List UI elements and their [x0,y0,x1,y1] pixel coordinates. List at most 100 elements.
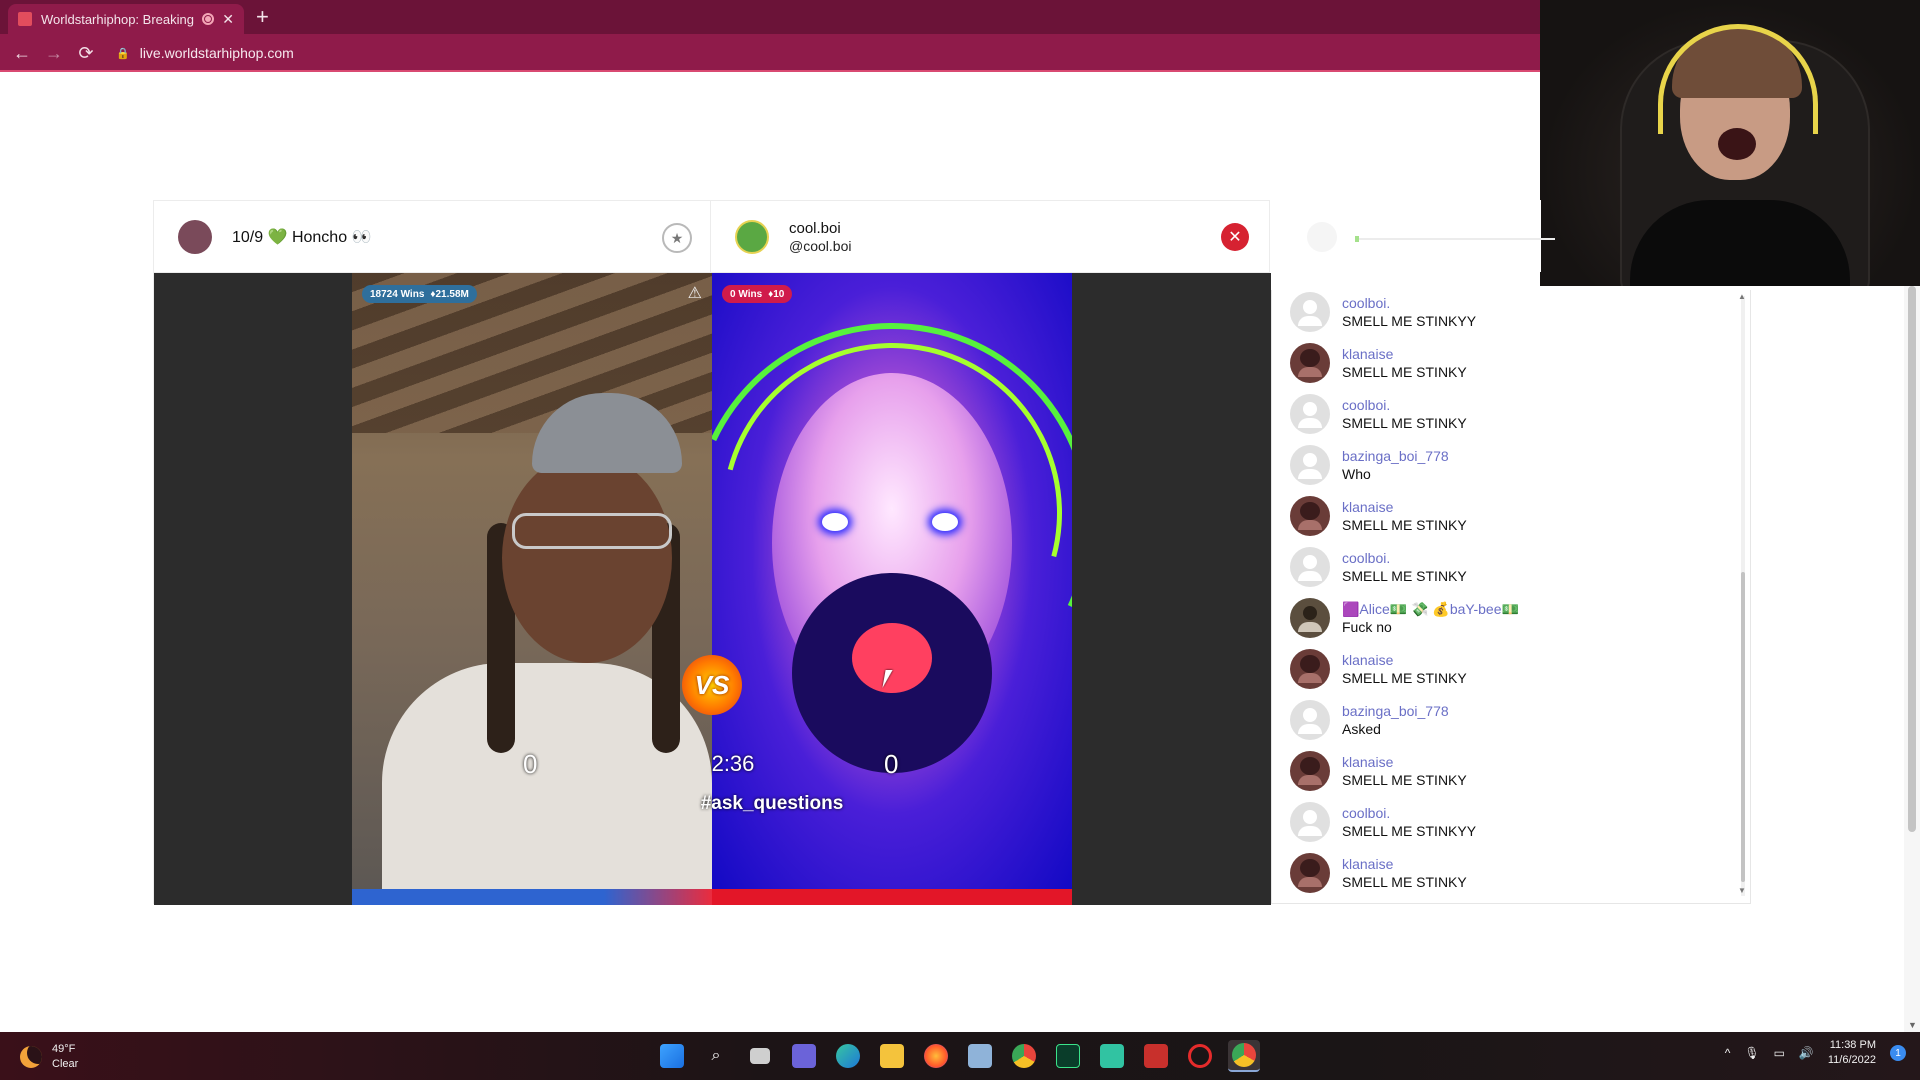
chat-username[interactable]: bazinga_boi_778 [1342,447,1750,465]
chat-username[interactable]: coolboi. [1342,549,1750,567]
chat-avatar[interactable] [1290,751,1330,791]
new-tab-button[interactable]: + [256,5,269,29]
chat-text: SMELL ME STINKYY [1342,823,1477,839]
voicemeeter-icon[interactable] [1140,1040,1172,1072]
chat-message: coolboi. SMELL ME STINKY [1272,392,1750,443]
page-scrollbar[interactable]: ▼ [1904,286,1920,1032]
chat-username[interactable]: klanaise [1342,345,1750,363]
chat-username[interactable]: klanaise [1342,855,1750,873]
weather-widget[interactable]: 49°F Clear [20,1042,78,1072]
chat-message: klanaise SMELL ME STINKY [1272,494,1750,545]
right-streamer-info[interactable]: cool.boi @cool.boi [789,220,851,254]
task-view-icon[interactable] [744,1040,776,1072]
show-hidden-icons-button[interactable]: ^ [1725,1046,1731,1060]
reload-button[interactable]: ⟳ [70,43,102,64]
chat-avatar[interactable] [1290,445,1330,485]
chat-avatar[interactable] [1290,547,1330,587]
edge-icon[interactable] [832,1040,864,1072]
chrome-active-icon[interactable] [1228,1040,1260,1072]
chat-username[interactable]: bazinga_boi_778 [1342,702,1750,720]
right-streamer-handle: @cool.boi [789,237,852,254]
chat-header [1275,200,1555,272]
streamer-webcam-overlay [1540,0,1920,286]
chat-username[interactable]: coolboi. [1342,804,1750,822]
photos-icon[interactable] [964,1040,996,1072]
chat-username[interactable]: klanaise [1342,651,1750,669]
chat-text: SMELL ME STINKY [1342,568,1467,584]
right-streamer-name: cool.boi [789,219,841,237]
system-clock[interactable]: 11:38 PM 11/6/2022 [1828,1038,1876,1068]
right-score: 0 [884,749,899,779]
microphone-icon[interactable]: 🎙 [1744,1046,1759,1060]
chat-avatar[interactable] [1290,853,1330,893]
address-bar-url[interactable]: live.worldstarhiphop.com [140,45,294,61]
battle-timer: 2:36 [711,751,755,776]
recording-indicator-icon [202,13,215,25]
chat-username[interactable]: 🟪Alice💵 💸 💰baY-bee💵 [1342,600,1750,618]
firefox-icon[interactable] [920,1040,952,1072]
report-warning-icon[interactable]: ⚠ [688,283,702,303]
left-streamer-face [502,453,672,663]
chat-message: klanaise SMELL ME STINKY [1272,647,1750,698]
chat-volume-slider[interactable] [1355,236,1555,242]
teams-chat-icon[interactable] [788,1040,820,1072]
close-battle-button[interactable]: ✕ [1221,223,1249,251]
volume-icon[interactable]: 🔊 [1799,1046,1814,1060]
battle-video-area[interactable]: 18724 Wins ♦21.58M ⚠ 0 Wins ♦10 VS 0 2:3… [154,273,1271,905]
browser-tab[interactable]: Worldstarhiphop: Breaking N ✕ [8,4,244,34]
chat-username[interactable]: klanaise [1342,753,1750,771]
address-bar[interactable]: 🔒 live.worldstarhiphop.com [116,45,294,61]
chat-text: SMELL ME STINKY [1342,670,1467,686]
chat-scroll-up-icon[interactable]: ▲ [1738,292,1746,301]
chat-message: klanaise SMELL ME STINKY [1272,851,1750,902]
network-icon[interactable]: ▭ [1774,1046,1785,1060]
chat-username[interactable]: coolboi. [1342,294,1750,312]
streamlabs-icon[interactable] [1096,1040,1128,1072]
left-streamer-name[interactable]: 10/9 💚 Honcho 👀 [232,227,371,247]
chat-message: bazinga_boi_778 Who [1272,443,1750,494]
chat-avatar[interactable] [1290,343,1330,383]
windows-start-icon[interactable] [656,1040,688,1072]
left-coins-count: ♦21.58M [430,288,469,300]
chat-scrollbar[interactable]: ▲ ▼ [1738,292,1748,896]
opera-icon[interactable] [1184,1040,1216,1072]
chrome-icon[interactable] [1008,1040,1040,1072]
system-tray: ^ 🎙 ▭ 🔊 11:38 PM 11/6/2022 1 [1725,1038,1906,1068]
chat-username[interactable]: klanaise [1342,498,1750,516]
slider-knob[interactable] [1355,236,1359,242]
chat-text: SMELL ME STINKY [1342,874,1467,890]
chat-avatar[interactable] [1290,700,1330,740]
chat-text: Fuck no [1342,619,1392,635]
left-streamer-avatar[interactable] [178,219,212,254]
chat-scroll-down-icon[interactable]: ▼ [1738,886,1746,895]
page-scroll-thumb[interactable] [1908,286,1916,832]
forward-button[interactable]: → [38,43,70,64]
chat-avatar[interactable] [1290,496,1330,536]
tab-close-icon[interactable]: ✕ [222,11,234,28]
tab-title: Worldstarhiphop: Breaking N [41,11,195,27]
chat-avatar[interactable] [1290,394,1330,434]
chat-avatar[interactable] [1290,649,1330,689]
page-scroll-down-icon[interactable]: ▼ [1908,1020,1917,1030]
browser-nav-bar: ← → ⟳ 🔒 live.worldstarhiphop.com [0,34,1540,72]
nav-divider [0,70,1540,72]
chat-username[interactable]: coolboi. [1342,396,1750,414]
chat-panel[interactable]: coolboi. SMELL ME STINKYY klanaise SMELL ME… [1271,290,1751,904]
favorite-star-button[interactable]: ★ [662,223,692,253]
chat-message: coolboi. SMELL ME STINKYY [1272,290,1750,341]
audition-icon[interactable] [1052,1040,1084,1072]
chat-avatar[interactable] [1290,598,1330,638]
file-explorer-icon[interactable] [876,1040,908,1072]
right-streamer-avatar[interactable] [735,219,769,254]
chat-text: SMELL ME STINKYY [1342,313,1477,329]
chat-text: SMELL ME STINKY [1342,772,1467,788]
back-button[interactable]: ← [6,43,38,64]
chat-scroll-thumb[interactable] [1741,572,1745,882]
chat-message: klanaise SMELL ME STINKY [1272,341,1750,392]
vs-emblem: VS [682,655,742,715]
chat-avatar[interactable] [1290,802,1330,842]
search-icon[interactable]: ⌕ [700,1040,732,1072]
notification-badge[interactable]: 1 [1890,1045,1906,1061]
left-stream-video[interactable]: 18724 Wins ♦21.58M ⚠ [352,273,712,889]
chat-avatar[interactable] [1290,292,1330,332]
